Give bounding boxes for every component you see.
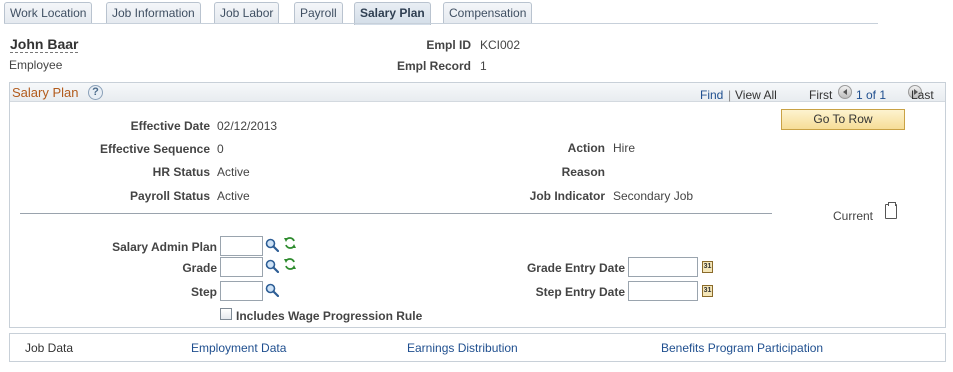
- lookup-icon[interactable]: [265, 283, 279, 297]
- step-entry-date-input[interactable]: [628, 281, 698, 301]
- tab-work-location[interactable]: Work Location: [4, 2, 93, 24]
- go-to-row-button[interactable]: Go To Row: [781, 109, 905, 130]
- grade-entry-date-input[interactable]: [628, 257, 698, 277]
- clipboard-icon: [885, 202, 897, 219]
- page-footer-links: Job Data Employment Data Earnings Distri…: [9, 333, 946, 362]
- grade-label: Grade: [182, 261, 217, 275]
- current-label: Current: [833, 209, 874, 223]
- employee-type: Employee: [9, 58, 63, 72]
- step-label: Step: [190, 285, 217, 299]
- job-data-label: Job Data: [25, 341, 74, 355]
- lookup-icon[interactable]: [265, 238, 279, 252]
- find-link[interactable]: Find: [700, 88, 723, 102]
- row-range: 1 of 1: [856, 88, 887, 102]
- step-input[interactable]: [220, 281, 263, 301]
- action-label: Action: [567, 141, 605, 155]
- reason-label: Reason: [561, 165, 605, 179]
- find-separator: |: [728, 88, 732, 102]
- benefits-program-link[interactable]: Benefits Program Participation: [661, 341, 823, 355]
- effective-sequence-label: Effective Sequence: [99, 142, 210, 156]
- last-label: Last: [911, 88, 934, 102]
- hr-status-value: Active: [217, 165, 250, 179]
- empl-record-label: Empl Record: [396, 59, 471, 73]
- employee-name: John Baar: [10, 36, 79, 53]
- lookup-icon[interactable]: [265, 259, 279, 273]
- calendar-icon[interactable]: 31: [702, 285, 713, 297]
- refresh-icon[interactable]: [283, 236, 297, 250]
- panel-header: Salary Plan ? Find | View All First 1 of…: [10, 83, 945, 102]
- earnings-distribution-link[interactable]: Earnings Distribution: [407, 341, 518, 355]
- grade-input[interactable]: [220, 257, 263, 277]
- grade-entry-date-label: Grade Entry Date: [526, 261, 625, 275]
- first-label: First: [809, 88, 833, 102]
- tab-compensation[interactable]: Compensation: [443, 2, 533, 24]
- tab-job-information[interactable]: Job Information: [106, 2, 201, 24]
- calendar-icon[interactable]: 31: [702, 261, 713, 273]
- action-value: Hire: [613, 141, 636, 155]
- tab-baseline: [4, 23, 878, 24]
- employment-data-link[interactable]: Employment Data: [191, 341, 286, 355]
- effective-date-value: 02/12/2013: [217, 119, 278, 133]
- help-icon[interactable]: ?: [88, 85, 103, 100]
- payroll-status-label: Payroll Status: [129, 189, 210, 203]
- step-entry-date-label: Step Entry Date: [535, 285, 625, 299]
- salary-admin-plan-label: Salary Admin Plan: [112, 240, 217, 254]
- section-divider: [20, 213, 772, 214]
- hr-status-label: HR Status: [152, 165, 210, 179]
- effective-sequence-value: 0: [217, 142, 224, 156]
- wage-progression-checkbox[interactable]: [220, 308, 232, 320]
- panel-title: Salary Plan: [12, 85, 79, 100]
- view-all-link[interactable]: View All: [735, 88, 777, 102]
- empl-id-value: KCI002: [480, 38, 521, 52]
- tab-payroll[interactable]: Payroll: [294, 2, 343, 24]
- job-indicator-label: Job Indicator: [529, 189, 605, 203]
- payroll-status-value: Active: [217, 189, 250, 203]
- empl-record-value: 1: [480, 59, 487, 73]
- tab-salary-plan[interactable]: Salary Plan: [354, 2, 431, 25]
- salary-admin-plan-input[interactable]: [220, 236, 263, 256]
- wage-progression-label: Includes Wage Progression Rule: [236, 309, 423, 323]
- empl-id-label: Empl ID: [426, 38, 471, 52]
- effective-date-label: Effective Date: [130, 119, 210, 133]
- refresh-icon[interactable]: [283, 257, 297, 271]
- previous-row-icon[interactable]: [838, 85, 852, 99]
- job-indicator-value: Secondary Job: [613, 189, 694, 203]
- tab-job-labor[interactable]: Job Labor: [214, 2, 280, 24]
